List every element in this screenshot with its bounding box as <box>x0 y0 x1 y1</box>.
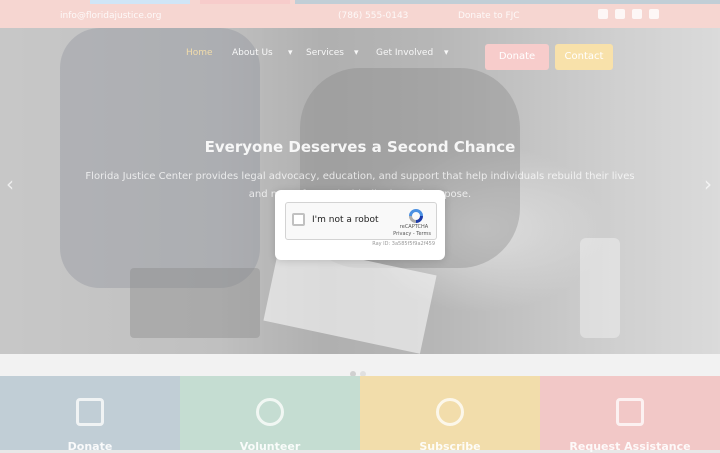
ray-id: Ray ID: 3a585f5f9a2f459 <box>372 241 435 247</box>
recaptcha-logo-icon <box>409 209 423 223</box>
terms-link[interactable]: Terms <box>416 231 431 237</box>
recaptcha-widget: I'm not a robot reCAPTCHA Privacy - Term… <box>285 202 437 240</box>
captcha-checkbox[interactable] <box>292 213 305 226</box>
captcha-label: I'm not a robot <box>312 215 379 225</box>
privacy-link[interactable]: Privacy <box>393 231 411 237</box>
captcha-modal: I'm not a robot reCAPTCHA Privacy - Term… <box>275 190 445 260</box>
recaptcha-links: Privacy - Terms <box>393 231 431 237</box>
recaptcha-brand: reCAPTCHA <box>399 224 429 230</box>
